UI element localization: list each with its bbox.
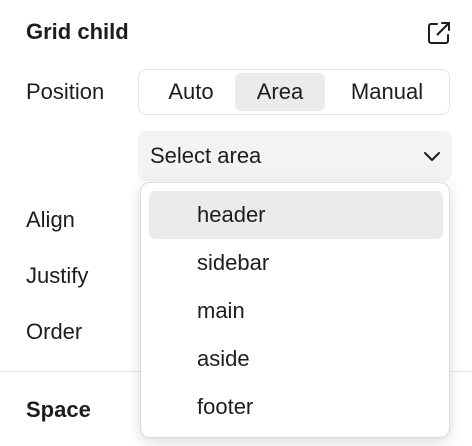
area-select-placeholder: Select area — [150, 143, 262, 168]
grid-child-panel: Grid child Position Auto Area Manual Sel… — [0, 0, 472, 446]
position-option-auto[interactable]: Auto — [147, 73, 235, 111]
justify-label: Justify — [26, 263, 89, 288]
chevron-down-icon — [420, 144, 444, 168]
position-label: Position — [26, 79, 105, 104]
dropdown-option-aside[interactable]: aside — [149, 335, 443, 383]
space-section-title: Space — [26, 397, 91, 422]
dropdown-option-header[interactable]: header — [149, 191, 443, 239]
area-dropdown-menu: header sidebar main aside footer — [140, 182, 450, 438]
section-title: Grid child — [26, 19, 129, 44]
order-label: Order — [26, 319, 83, 344]
position-option-area[interactable]: Area — [235, 73, 325, 111]
position-option-manual[interactable]: Manual — [331, 73, 443, 111]
area-select[interactable]: Select area — [138, 131, 452, 181]
dropdown-option-footer[interactable]: footer — [149, 383, 443, 431]
position-segmented-control: Auto Area Manual — [138, 69, 450, 115]
external-link-icon[interactable] — [425, 19, 453, 47]
dropdown-option-sidebar[interactable]: sidebar — [149, 239, 443, 287]
align-label: Align — [26, 207, 75, 232]
dropdown-option-main[interactable]: main — [149, 287, 443, 335]
